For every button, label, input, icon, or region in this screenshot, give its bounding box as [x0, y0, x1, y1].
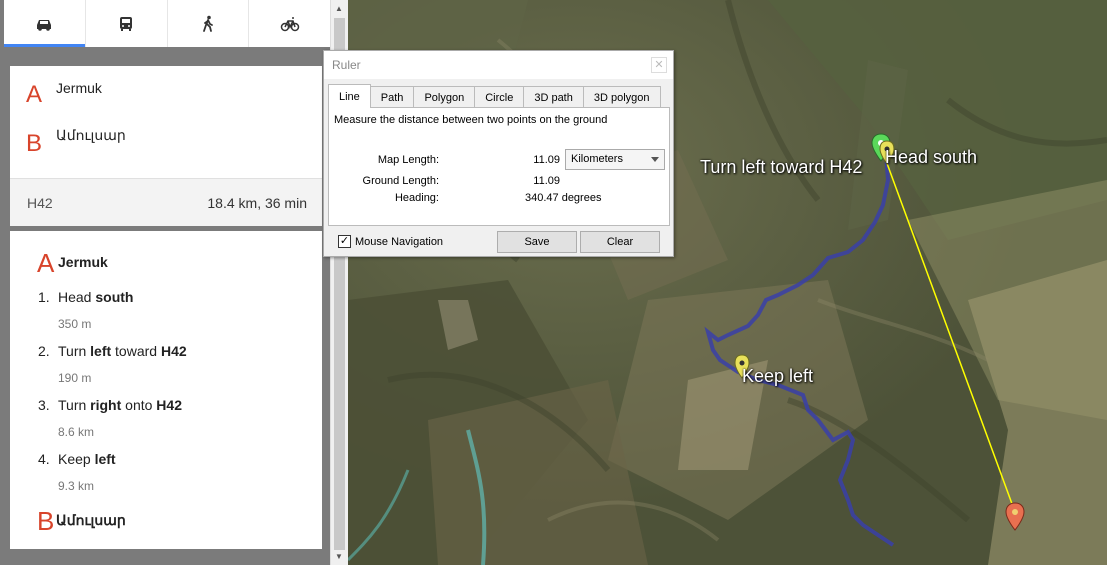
travel-mode-bar [4, 0, 330, 47]
turn-left-label: Turn left toward H42 [700, 157, 863, 177]
route-via: H42 [27, 195, 53, 211]
step-number: 2. [38, 343, 50, 359]
origin-field[interactable]: Jermuk [56, 80, 102, 96]
tab-3d-polygon[interactable]: 3D polygon [582, 86, 661, 108]
route-distance-time: 18.4 km, 36 min [207, 195, 307, 211]
step-number: 4. [38, 451, 50, 467]
tab-path[interactable]: Path [369, 86, 415, 108]
mouse-navigation-checkbox[interactable]: ✓ Mouse Navigation [338, 235, 443, 248]
step-1-distance: 350 m [58, 317, 92, 331]
car-icon [37, 19, 52, 31]
walk-icon [202, 15, 213, 32]
step-1-text[interactable]: Head south [58, 289, 133, 305]
step-4-text[interactable]: Keep left [58, 451, 116, 467]
step-3-text[interactable]: Turn right onto H42 [58, 397, 182, 413]
directions-steps: A Jermuk 1. Head south 350 m 2. Turn lef… [10, 231, 322, 549]
clear-button[interactable]: Clear [580, 231, 660, 253]
heading-label: Heading: [394, 192, 439, 204]
scroll-up-icon[interactable]: ▲ [335, 4, 343, 13]
unit-select-value: Kilometers [571, 153, 623, 165]
keep-left-label: Keep left [742, 366, 814, 386]
ruler-title: Ruler [332, 58, 361, 72]
directions-panel: A Jermuk B Ամուլսար H42 18.4 km, 36 min … [0, 0, 348, 565]
tab-3d-path[interactable]: 3D path [523, 86, 584, 108]
bus-icon [120, 16, 133, 31]
unit-select[interactable]: Kilometers [565, 149, 665, 170]
start-marker: A [37, 248, 55, 278]
scroll-down-icon[interactable]: ▼ [335, 552, 343, 561]
step-4-distance: 9.3 km [58, 479, 95, 493]
step-2-text[interactable]: Turn left toward H42 [58, 343, 187, 359]
ruler-tabs: Line Path Polygon Circle 3D path 3D poly… [328, 84, 661, 108]
step-3-distance: 8.6 km [58, 425, 95, 439]
ruler-dialog: Ruler ✕ Line Path Polygon Circle 3D path… [323, 50, 674, 257]
mouse-navigation-label: Mouse Navigation [355, 235, 444, 248]
tab-polygon[interactable]: Polygon [413, 86, 476, 108]
bike-icon [280, 16, 299, 31]
tab-line[interactable]: Line [328, 84, 371, 108]
end-pin-icon[interactable] [1004, 502, 1026, 532]
mode-driving[interactable] [4, 0, 86, 47]
head-south-label: Head south [885, 147, 978, 167]
map-length-value: 11.09 [533, 154, 560, 166]
tab-circle[interactable]: Circle [474, 86, 525, 108]
ruler-description: Measure the distance between two points … [334, 114, 608, 126]
route-summary[interactable]: H42 18.4 km, 36 min [10, 178, 322, 226]
chevron-down-icon [651, 157, 659, 162]
end-marker: B [37, 506, 55, 536]
origin-marker: A [26, 81, 43, 108]
close-icon[interactable]: ✕ [651, 57, 667, 73]
map-length-label: Map Length: [377, 154, 439, 166]
mode-transit[interactable] [86, 0, 168, 47]
mode-walking[interactable] [168, 0, 250, 47]
end-name: Ամուլսար [56, 512, 126, 528]
step-number: 3. [38, 397, 50, 413]
ground-length-value: 11.09 [533, 175, 560, 187]
checkmark-icon: ✓ [338, 235, 351, 248]
start-name: Jermuk [58, 254, 108, 270]
mode-cycling[interactable] [249, 0, 330, 47]
destination-field[interactable]: Ամուլսար [56, 127, 126, 144]
route-card: A Jermuk B Ամուլսար H42 18.4 km, 36 min [10, 66, 322, 226]
step-number: 1. [38, 289, 50, 305]
ruler-line-panel: Measure the distance between two points … [328, 107, 670, 226]
ground-length-label: Ground Length: [362, 175, 439, 187]
ruler-titlebar[interactable]: Ruler ✕ [324, 51, 673, 79]
step-2-distance: 190 m [58, 371, 92, 385]
save-button[interactable]: Save [497, 231, 577, 253]
destination-marker: B [26, 130, 43, 157]
heading-value: 340.47 degrees [525, 192, 602, 204]
